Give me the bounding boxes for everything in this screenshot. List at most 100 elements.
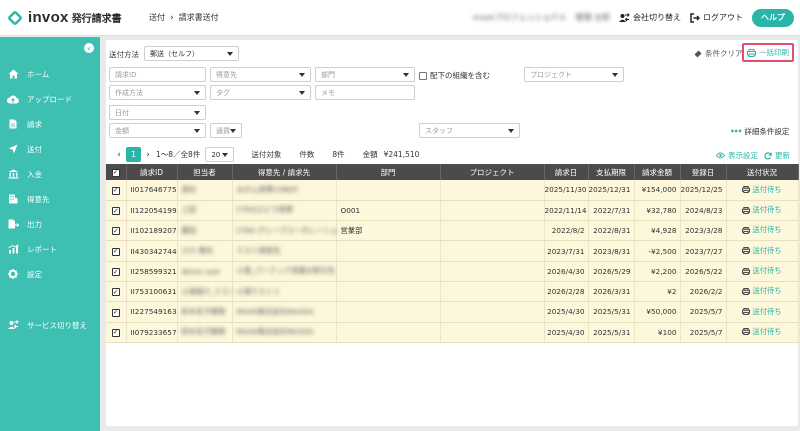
detail-conditions-button[interactable]: ••• 詳細条件設定 [730, 126, 789, 137]
send-status-cell[interactable]: 送付待ち [726, 240, 799, 262]
invoice-id[interactable]: II2275491633 [126, 301, 178, 323]
refresh-button[interactable]: 更新 [764, 150, 790, 161]
switch-company-label: 会社切り替え [633, 13, 681, 22]
report-icon [7, 244, 19, 254]
display-settings-button[interactable]: 表示設定 [716, 150, 758, 161]
next-page-icon[interactable]: › [141, 150, 155, 160]
invoice-date-cell: 2025/4/30 [544, 322, 589, 343]
row-checkbox[interactable]: ✓ [106, 301, 127, 323]
client-cell: MAXK株式会社MAXDA [232, 301, 337, 323]
invoice-id[interactable]: II2585993211 [126, 261, 178, 282]
clear-conditions-button[interactable]: 条件クリア [694, 48, 743, 59]
row-checkbox[interactable]: ✓ [106, 281, 127, 303]
sidebar-item-switch-service[interactable]: サービス切り替え [0, 316, 100, 334]
project-select[interactable]: プロジェクト [524, 67, 624, 82]
sidebar-item-invoice[interactable]: 請求 [0, 115, 100, 133]
include-sub-checkbox[interactable]: 配下の組織を含む [419, 70, 490, 81]
department-cell [336, 281, 441, 303]
send-status-cell[interactable]: 送付待ち [726, 281, 799, 303]
row-checkbox[interactable]: ✓ [106, 220, 127, 242]
invoice-id[interactable]: II0792336576 [126, 322, 178, 343]
send-status-cell[interactable]: 送付待ち [726, 200, 799, 222]
more-dots-icon: ••• [730, 127, 742, 136]
sidebar-item-payment[interactable]: 入金 [0, 165, 100, 183]
checkmark-icon: ✓ [111, 287, 120, 297]
table-row[interactable]: ✓ II2275491633 鈴木花子開発 MAXK株式会社MAXDA 2025… [106, 301, 799, 323]
column-header[interactable]: 登録日 [680, 164, 727, 180]
column-header[interactable]: 送付状況 [726, 164, 799, 180]
table-row[interactable]: ✓ II4303427440 小川 慎也 テスト得意先 2023/7/31 20… [106, 240, 799, 262]
sidebar-item-settings[interactable]: 設定 [0, 265, 100, 283]
client-select[interactable]: 得意先 [210, 67, 311, 82]
date-select[interactable]: 日付 [109, 105, 206, 120]
chevron-down-icon [403, 73, 409, 77]
sidebar-item-export[interactable]: 出力 [0, 215, 100, 233]
sidebar-item-send[interactable]: 送付 [0, 140, 100, 158]
currency-select[interactable]: 通貨 [210, 123, 242, 138]
row-checkbox[interactable]: ✓ [106, 180, 127, 201]
table-row[interactable]: ✓ II1021892071 藤田 CT80 グレープコーポレーション 営業部 … [106, 220, 799, 242]
table-row[interactable]: ✓ II7531006317 小澤俊介_テスト 小澤テスト１ 2026/2/28… [106, 281, 799, 303]
breadcrumb-item-send[interactable]: 送付 [149, 12, 165, 23]
table-row[interactable]: ✓ II2585993211 demo user 小澤_パーテック営業お取引先 … [106, 261, 799, 282]
help-button[interactable]: ヘルプ [752, 8, 794, 27]
send-status-cell[interactable]: 送付待ち [726, 180, 799, 201]
row-checkbox[interactable]: ✓ [106, 200, 127, 222]
per-page-value: 20 [211, 150, 221, 159]
table-row[interactable]: ✓ II1220541991 上田 CTKGエビラ商事 O001 2022/11… [106, 200, 799, 222]
column-header[interactable]: 請求金額 [634, 164, 681, 180]
sidebar-item-upload[interactable]: アップロード [0, 90, 100, 108]
column-header[interactable]: 請求ID [126, 164, 178, 180]
invoice-id-input[interactable]: 請求ID [109, 67, 206, 82]
staff-select[interactable]: スタッフ [419, 123, 520, 138]
creation-method-select[interactable]: 作成方法 [109, 85, 206, 100]
switch-company-button[interactable]: 会社切り替え [619, 12, 681, 23]
send-method-select[interactable]: 郵送（セルフ） [144, 46, 239, 61]
column-header[interactable]: 部門 [336, 164, 441, 180]
memo-input[interactable]: メモ [315, 85, 415, 100]
send-status-cell[interactable]: 送付待ち [726, 220, 799, 242]
logout-icon [690, 12, 700, 23]
sidebar-item-clients[interactable]: 得意先 [0, 190, 100, 208]
department-select[interactable]: 部門 [315, 67, 415, 82]
app-logo[interactable]: invox 発行請求書 [7, 9, 138, 26]
print-all-button[interactable]: 一括印刷 [742, 43, 794, 62]
invoice-id[interactable]: II1021892071 [126, 220, 178, 242]
row-checkbox[interactable]: ✓ [106, 240, 127, 262]
company-name: invoxプロフェッショナル [473, 13, 567, 22]
column-header[interactable]: 請求日 [544, 164, 589, 180]
collapse-sidebar-icon[interactable]: ‹ [84, 43, 94, 53]
current-page[interactable]: 1 [126, 147, 141, 162]
eye-icon [716, 152, 725, 159]
invoice-id[interactable]: II1220541991 [126, 200, 178, 222]
prev-page-icon[interactable]: ‹ [112, 150, 126, 160]
sidebar-item-report[interactable]: レポート [0, 240, 100, 258]
logout-button[interactable]: ログアウト [690, 12, 743, 23]
send-status-cell[interactable]: 送付待ち [726, 322, 799, 343]
column-header[interactable]: 支払期限 [588, 164, 635, 180]
column-header[interactable]: プロジェクト [440, 164, 545, 180]
sidebar-item-home[interactable]: ホーム [0, 65, 100, 83]
refresh-icon [764, 151, 772, 160]
amount-select[interactable]: 金額 [109, 123, 206, 138]
send-status-cell[interactable]: 送付待ち [726, 261, 799, 282]
column-header[interactable]: 得意先 / 請求先 [232, 164, 337, 180]
row-checkbox[interactable]: ✓ [106, 261, 127, 282]
table-row[interactable]: ✓ II0176467751 西村 みかん商事COBOY 2025/11/30 … [106, 180, 799, 201]
logo-mark-icon [7, 9, 23, 26]
registered-date-cell: 2023/3/28 [680, 220, 727, 242]
tag-select[interactable]: タグ [210, 85, 311, 100]
invoice-id[interactable]: II0176467751 [126, 180, 178, 201]
table-row[interactable]: ✓ II0792336576 鈴木花子開発 MAXK株式会社MAXDA 2025… [106, 322, 799, 343]
printer-icon [742, 186, 751, 194]
sidebar-item-label: 出力 [27, 219, 42, 229]
invoice-id[interactable]: II4303427440 [126, 240, 178, 262]
row-checkbox[interactable]: ✓ [106, 322, 127, 343]
select-all-checkbox[interactable]: ✓ [106, 164, 127, 180]
staff-cell: 鈴木花子開発 [177, 301, 233, 323]
send-status-cell[interactable]: 送付待ち [726, 301, 799, 323]
chevron-down-icon [299, 91, 305, 95]
per-page-select[interactable]: 20 [205, 147, 235, 162]
invoice-id[interactable]: II7531006317 [126, 281, 178, 303]
column-header[interactable]: 担当者 [177, 164, 233, 180]
